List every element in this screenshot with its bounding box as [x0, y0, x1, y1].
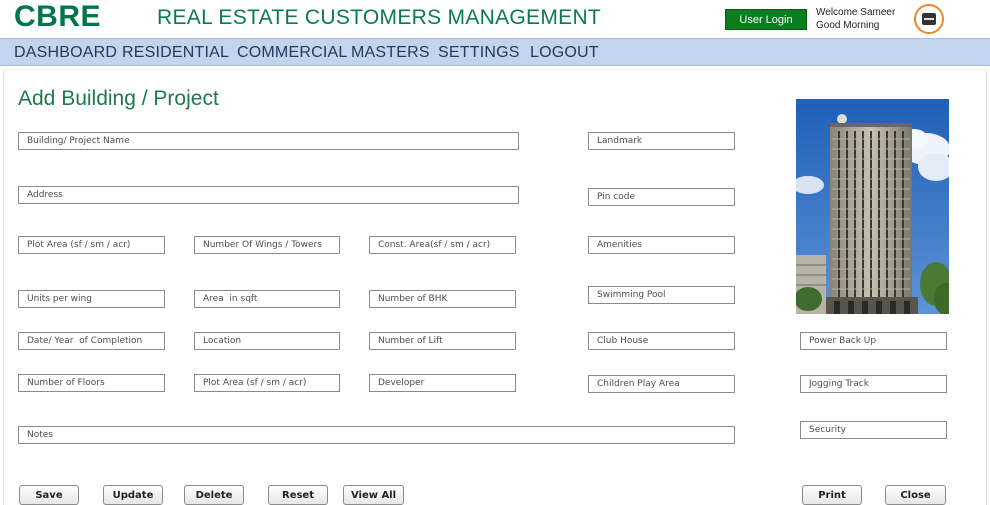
reset-button[interactable]: Reset: [268, 485, 328, 505]
units-per-wing-input[interactable]: [18, 290, 165, 308]
amenities-input[interactable]: [588, 236, 735, 254]
welcome-time-greeting: Good Morning: [816, 20, 880, 31]
avatar[interactable]: [914, 4, 944, 34]
welcome-greeting: Welcome Sameer: [816, 7, 896, 18]
bhk-input[interactable]: [369, 290, 516, 308]
const-area-input[interactable]: [369, 236, 516, 254]
welcome-message: Welcome Sameer Good Morning: [816, 6, 895, 32]
pincode-input[interactable]: [588, 188, 735, 206]
nav-commercial[interactable]: COMMERCIAL: [237, 44, 347, 62]
header: CBRE REAL ESTATE CUSTOMERS MANAGEMENT Us…: [0, 0, 990, 38]
building-name-input[interactable]: [18, 132, 519, 150]
cbre-logo[interactable]: CBRE: [14, 0, 101, 34]
nav-dashboard[interactable]: DASHBOARD: [14, 44, 117, 62]
landmark-input[interactable]: [588, 132, 735, 150]
developer-input[interactable]: [369, 374, 516, 392]
page-title: Add Building / Project: [18, 87, 219, 110]
save-button[interactable]: Save: [19, 485, 79, 505]
completion-input[interactable]: [18, 332, 165, 350]
security-input[interactable]: [800, 421, 947, 439]
delete-button[interactable]: Delete: [184, 485, 244, 505]
floors-input[interactable]: [18, 374, 165, 392]
app-title: REAL ESTATE CUSTOMERS MANAGEMENT: [157, 6, 602, 29]
print-button[interactable]: Print: [802, 485, 862, 505]
close-button[interactable]: Close: [885, 485, 946, 505]
view-all-button[interactable]: View All: [343, 485, 404, 505]
nav-masters[interactable]: MASTERS: [351, 44, 430, 62]
area-sqft-input[interactable]: [194, 290, 340, 308]
power-backup-input[interactable]: [800, 332, 947, 350]
update-button[interactable]: Update: [103, 485, 163, 505]
plot-area-2-input[interactable]: [194, 374, 340, 392]
jogging-track-input[interactable]: [800, 375, 947, 393]
swimming-pool-input[interactable]: [588, 286, 735, 304]
notes-input[interactable]: [18, 426, 735, 444]
lift-input[interactable]: [369, 332, 516, 350]
location-input[interactable]: [194, 332, 340, 350]
main-nav: DASHBOARD RESIDENTIAL COMMERCIAL MASTERS…: [0, 38, 990, 66]
address-input[interactable]: [18, 186, 519, 204]
wings-towers-input[interactable]: [194, 236, 340, 254]
building-photo: [796, 99, 949, 314]
nav-settings[interactable]: SETTINGS: [438, 44, 520, 62]
club-house-input[interactable]: [588, 332, 735, 350]
monitor-icon: [922, 13, 936, 25]
children-play-area-input[interactable]: [588, 375, 735, 393]
user-login-button[interactable]: User Login: [725, 9, 807, 30]
plot-area-input[interactable]: [18, 236, 165, 254]
nav-residential[interactable]: RESIDENTIAL: [122, 44, 229, 62]
nav-logout[interactable]: LOGOUT: [530, 44, 599, 62]
